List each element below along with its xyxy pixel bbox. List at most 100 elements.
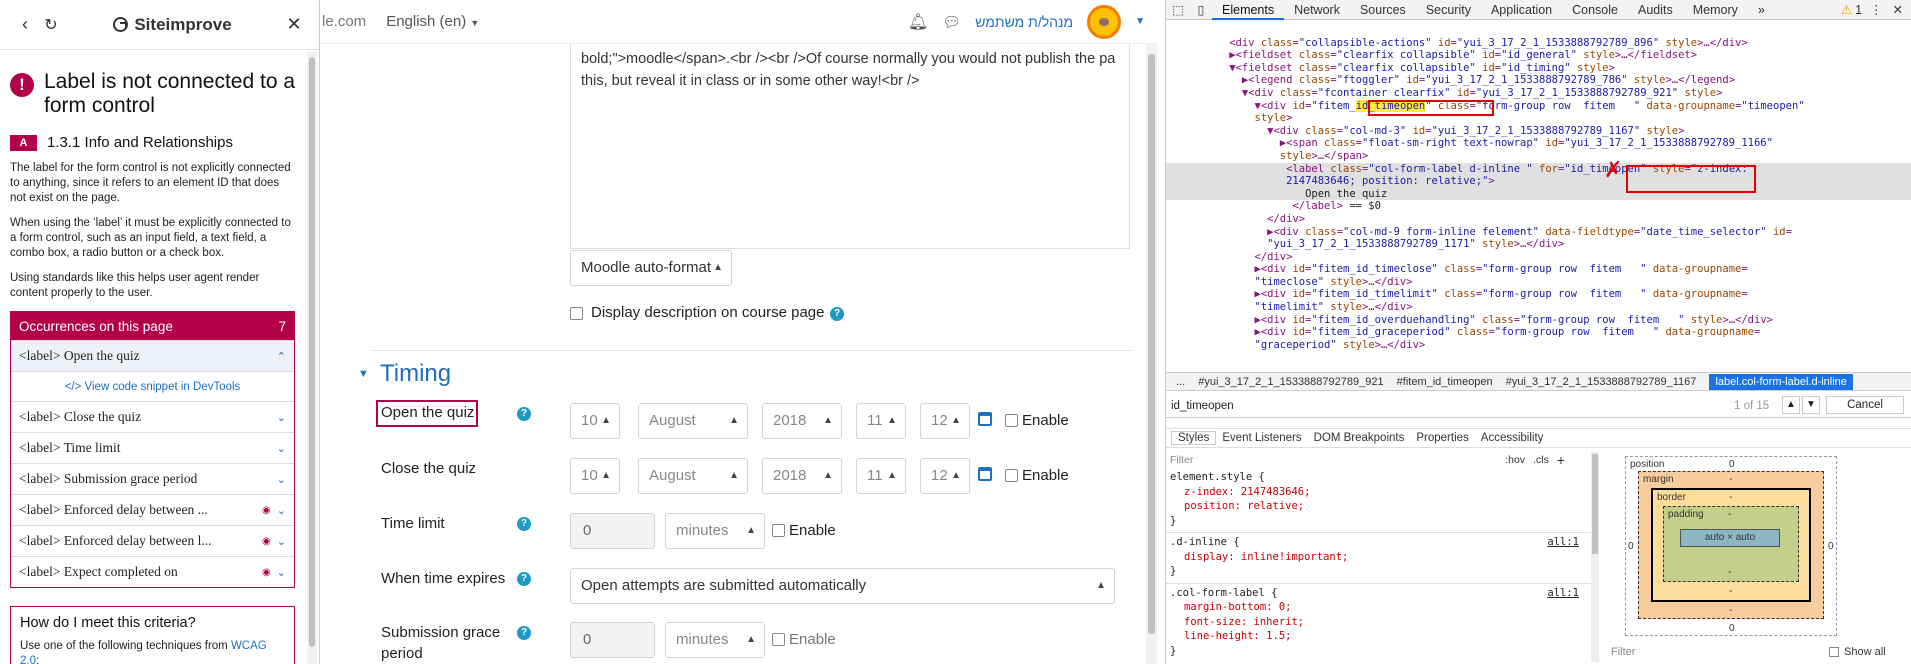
- dom-node-line[interactable]: "timeclose" style>…</div>: [1166, 276, 1911, 289]
- refresh-icon[interactable]: ↻: [38, 15, 64, 35]
- open-hour-select[interactable]: 11 ▲: [856, 403, 906, 439]
- caret-down-icon[interactable]: ▼: [1135, 16, 1145, 27]
- dom-node-line[interactable]: </div>: [1166, 251, 1911, 264]
- computed-filter-input[interactable]: Filter: [1611, 646, 1635, 658]
- dom-node-line[interactable]: </div>: [1166, 213, 1911, 226]
- open-minute-select[interactable]: 12 ▲: [920, 403, 970, 439]
- open-day-select[interactable]: 10 ▲: [570, 403, 620, 439]
- help-icon[interactable]: ?: [517, 517, 531, 531]
- breadcrumb-item[interactable]: ...: [1176, 376, 1185, 388]
- time-limit-enable-checkbox[interactable]: [772, 524, 785, 537]
- close-minute-select[interactable]: 12 ▲: [920, 458, 970, 494]
- user-avatar[interactable]: [1087, 4, 1122, 39]
- help-icon[interactable]: ?: [517, 626, 531, 640]
- close-icon[interactable]: ✕: [1893, 2, 1903, 17]
- device-toolbar-icon[interactable]: ▯: [1190, 2, 1212, 17]
- hover-state-button[interactable]: :hov: [1505, 453, 1525, 468]
- dom-node-line[interactable]: "yui_3_17_2_1_1533888792789_1171" style>…: [1166, 238, 1911, 251]
- occurrence-item[interactable]: <label> Enforced delay between l... ◉ ⌄: [11, 525, 294, 556]
- help-icon[interactable]: ?: [517, 407, 531, 421]
- show-all-checkbox[interactable]: [1829, 647, 1839, 657]
- help-icon[interactable]: ?: [830, 307, 844, 321]
- dom-node-line[interactable]: ▼<div class="fcontainer clearfix" id="yu…: [1166, 87, 1911, 100]
- close-month-select[interactable]: August ▲: [638, 458, 748, 494]
- styles-filter-input[interactable]: Filter: [1170, 453, 1505, 468]
- chevron-down-icon[interactable]: ⌄: [277, 411, 286, 424]
- inspect-element-icon[interactable]: ⬚: [1166, 2, 1190, 17]
- dom-node-line[interactable]: ▶<div id="fitem_id_overduehandling" clas…: [1166, 314, 1911, 327]
- rule-source-link[interactable]: all:1: [1547, 535, 1579, 550]
- dom-node-line[interactable]: ▶<legend class="ftoggler" id="yui_3_17_2…: [1166, 74, 1911, 87]
- dom-node-line[interactable]: </label> == $0: [1166, 200, 1911, 213]
- close-day-select[interactable]: 10 ▲: [570, 458, 620, 494]
- occurrence-item[interactable]: <label> Enforced delay between ... ◉ ⌄: [11, 494, 294, 525]
- rule-property[interactable]: margin-bottom: 0;: [1170, 600, 1591, 615]
- chevron-down-icon[interactable]: ⌄: [277, 473, 286, 486]
- dom-node-line[interactable]: ▼<div class="col-md-3" id="yui_3_17_2_1_…: [1166, 125, 1911, 138]
- display-description-checkbox[interactable]: [570, 307, 583, 320]
- grace-period-input[interactable]: 0: [570, 622, 655, 658]
- rule-selector[interactable]: .col-form-label {: [1170, 586, 1547, 601]
- search-down-button[interactable]: ▼: [1802, 396, 1820, 414]
- rule-selector[interactable]: .d-inline {: [1170, 535, 1547, 550]
- occurrence-item[interactable]: <label> Time limit ⌄: [11, 432, 294, 463]
- calendar-icon[interactable]: [978, 467, 992, 481]
- tab-network[interactable]: Network: [1284, 0, 1350, 20]
- tab-styles[interactable]: Styles: [1171, 431, 1217, 445]
- rule-property[interactable]: position: relative;: [1170, 499, 1591, 514]
- warning-icon[interactable]: ⚠: [1841, 2, 1852, 17]
- time-limit-unit-select[interactable]: minutes ▲: [665, 513, 765, 549]
- open-month-select[interactable]: August ▲: [638, 403, 748, 439]
- open-enable-checkbox[interactable]: [1005, 414, 1018, 427]
- chevron-down-icon[interactable]: ⌄: [277, 442, 286, 455]
- help-icon[interactable]: ?: [517, 572, 531, 586]
- calendar-icon[interactable]: [978, 412, 992, 426]
- tab-properties[interactable]: Properties: [1410, 432, 1474, 444]
- tab-security[interactable]: Security: [1416, 0, 1481, 20]
- dom-node-line[interactable]: style>: [1166, 112, 1911, 125]
- close-enable-checkbox[interactable]: [1005, 469, 1018, 482]
- breadcrumb-item[interactable]: #yui_3_17_2_1_1533888792789_921: [1198, 376, 1383, 388]
- scrollbar-thumb[interactable]: [309, 57, 315, 647]
- tab-dom-breakpoints[interactable]: DOM Breakpoints: [1308, 432, 1411, 444]
- bell-icon[interactable]: 🔔︎: [908, 12, 928, 32]
- occurrence-item[interactable]: <label> Open the quiz ⌃: [11, 340, 294, 371]
- when-time-expires-select[interactable]: Open attempts are submitted automaticall…: [570, 568, 1115, 604]
- description-editor[interactable]: bold;">moodle</span>.<br /><br />Of cour…: [570, 44, 1130, 249]
- occurrence-item[interactable]: <label> Expect completed on ◉ ⌄: [11, 556, 294, 587]
- dom-node-line[interactable]: [1166, 24, 1911, 37]
- dom-node-line[interactable]: ▶<fieldset class="clearfix collapsible" …: [1166, 49, 1911, 62]
- user-name[interactable]: מנהל/ת משתמש: [975, 14, 1073, 30]
- occurrence-item[interactable]: <label> Submission grace period ⌄: [11, 463, 294, 494]
- dom-node-line[interactable]: style>…</span>: [1166, 150, 1911, 163]
- dom-node-line[interactable]: ▼<div id="fitem_id_timeopen" class="form…: [1166, 99, 1911, 113]
- back-icon[interactable]: ‹: [12, 14, 38, 35]
- search-cancel-button[interactable]: Cancel: [1826, 396, 1904, 414]
- dom-node-line[interactable]: ▶<div class="col-md-9 form-inline feleme…: [1166, 226, 1911, 239]
- chevron-up-icon[interactable]: ⌃: [277, 350, 286, 363]
- grace-period-unit-select[interactable]: minutes ▲: [665, 622, 765, 658]
- time-limit-input[interactable]: 0: [570, 513, 655, 549]
- rule-source-link[interactable]: all:1: [1547, 586, 1579, 601]
- dom-node-line[interactable]: Open the quiz: [1166, 187, 1911, 201]
- close-hour-select[interactable]: 11 ▲: [856, 458, 906, 494]
- dom-node-line[interactable]: "graceperiod" style>…</div>: [1166, 339, 1911, 352]
- dom-node-line[interactable]: <div class="collapsible-actions" id="yui…: [1166, 37, 1911, 50]
- chevron-down-icon[interactable]: ⌄: [277, 566, 286, 579]
- scrollbar-thumb[interactable]: [1148, 54, 1155, 634]
- view-code-snippet-link[interactable]: </> View code snippet in DevTools: [11, 371, 294, 401]
- open-year-select[interactable]: 2018 ▲: [762, 403, 842, 439]
- dom-node-line[interactable]: <label class="col-form-label d-inline " …: [1166, 162, 1911, 176]
- kebab-menu-icon[interactable]: ⋮: [1870, 2, 1883, 17]
- rule-property[interactable]: display: inline!important;: [1170, 550, 1591, 565]
- chevron-down-icon[interactable]: ⌄: [277, 504, 286, 517]
- breadcrumb-item[interactable]: #fitem_id_timeopen: [1397, 376, 1493, 388]
- tab-console[interactable]: Console: [1562, 0, 1628, 20]
- collapse-caret-icon[interactable]: ▼: [358, 368, 369, 380]
- dom-node-line[interactable]: ▶<span class="float-sm-right text-nowrap…: [1166, 137, 1911, 150]
- search-up-button[interactable]: ▲: [1782, 396, 1800, 414]
- close-icon[interactable]: ✕: [281, 14, 307, 35]
- language-menu[interactable]: English (en) ▼: [386, 13, 479, 30]
- tab-memory[interactable]: Memory: [1683, 0, 1748, 20]
- format-select[interactable]: Moodle auto-format ▲: [570, 250, 732, 286]
